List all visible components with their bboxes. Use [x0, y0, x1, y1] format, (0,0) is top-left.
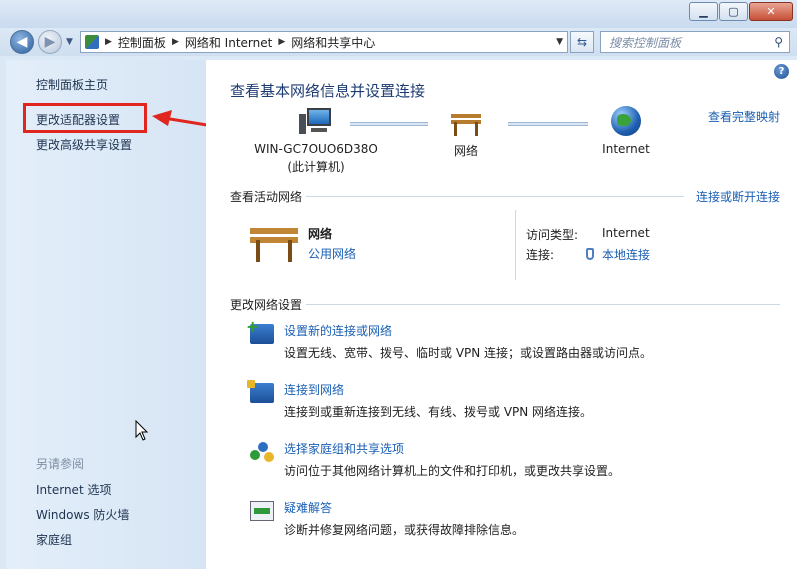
refresh-icon: ⇆ [576, 35, 588, 49]
active-network-bench-icon [250, 220, 298, 262]
forward-button[interactable]: ▶ [38, 30, 62, 54]
search-box[interactable]: 搜索控制面板 ⚲ [600, 31, 790, 53]
magnifier-icon[interactable]: ⚲ [774, 35, 783, 49]
main-panel: ? 查看基本网络信息并设置连接 查看完整映射 WIN-GC7OUO6D38O (… [206, 60, 797, 569]
maximize-button[interactable]: ▢ [719, 2, 748, 21]
task-description: 访问位于其他网络计算机上的文件和打印机，或更改共享设置。 [284, 464, 621, 478]
address-bar[interactable]: ▶ 控制面板 ▶ 网络和 Internet ▶ 网络和共享中心 ▼ [80, 31, 568, 53]
active-networks-heading: 查看活动网络 [230, 190, 303, 204]
breadcrumb-network-sharing-center[interactable]: 网络和共享中心 [291, 34, 375, 51]
mouse-cursor-icon [135, 420, 149, 441]
change-settings-heading: 更改网络设置 [230, 298, 303, 312]
computer-icon [299, 108, 333, 136]
task-description: 诊断并修复网络问题，或获得故障排除信息。 [284, 523, 525, 537]
map-connector [508, 122, 588, 126]
task-description: 设置无线、宽带、拨号、临时或 VPN 连接；或设置路由器或访问点。 [284, 346, 653, 360]
connect-network-icon [247, 380, 274, 403]
map-node-internet: Internet [596, 106, 656, 156]
map-node-network: 网络 [436, 108, 496, 159]
sidebar-item-homegroup[interactable]: 家庭组 [36, 531, 72, 548]
back-button[interactable]: ◀ [10, 30, 34, 54]
view-full-map-link[interactable]: 查看完整映射 [708, 108, 780, 125]
control-panel-icon [85, 35, 99, 49]
internet-globe-icon [611, 106, 641, 136]
breadcrumb-control-panel[interactable]: 控制面板 [118, 34, 166, 51]
refresh-button[interactable]: ⇆ [570, 31, 594, 53]
minimize-button[interactable]: ▁ [689, 2, 718, 21]
homegroup-icon [250, 442, 274, 462]
help-icon[interactable]: ? [774, 64, 789, 79]
recent-pages-dropdown-icon[interactable]: ▼ [66, 37, 73, 47]
troubleshoot-icon [250, 501, 274, 521]
section-divider [306, 196, 684, 197]
see-also-heading: 另请参阅 [36, 457, 85, 471]
access-type-label: 访问类型: [526, 228, 579, 242]
computer-name: WIN-GC7OUO6D38O [254, 142, 378, 156]
internet-label: Internet [602, 142, 650, 156]
task-title-link[interactable]: 设置新的连接或网络 [284, 322, 392, 339]
task-title-link[interactable]: 连接到网络 [284, 381, 344, 398]
task-title-link[interactable]: 疑难解答 [284, 499, 332, 516]
local-connection-label[interactable]: 本地连接 [602, 248, 650, 262]
network-bench-icon [449, 108, 483, 136]
breadcrumb-network-internet[interactable]: 网络和 Internet [185, 34, 272, 51]
connection-label: 连接: [526, 248, 555, 262]
map-node-computer: WIN-GC7OUO6D38O (此计算机) [246, 108, 386, 175]
search-input[interactable]: 搜索控制面板 [609, 34, 681, 51]
local-connection-link[interactable]: 本地连接 [586, 246, 650, 263]
new-connection-icon [246, 317, 274, 344]
sidebar-item-internet-options[interactable]: Internet 选项 [36, 481, 111, 498]
access-type-value: Internet [602, 226, 650, 240]
navigation-bar: ◀ ▶ ▼ ▶ 控制面板 ▶ 网络和 Internet ▶ 网络和共享中心 ▼ … [0, 28, 797, 56]
task-description: 连接到或重新连接到无线、有线、拨号或 VPN 网络连接。 [284, 405, 593, 419]
window-controls: ▁ ▢ ✕ [688, 2, 793, 21]
task-title-link[interactable]: 选择家庭组和共享选项 [284, 440, 404, 457]
connect-disconnect-link[interactable]: 连接或断开连接 [696, 188, 780, 205]
vertical-divider [515, 210, 516, 280]
breadcrumb-separator-icon[interactable]: ▶ [278, 37, 285, 47]
network-label: 网络 [453, 144, 478, 158]
title-bar: ▁ ▢ ✕ [0, 0, 797, 28]
page-title: 查看基本网络信息并设置连接 [230, 82, 426, 100]
close-button[interactable]: ✕ [749, 2, 793, 21]
sidebar-item-change-adapter-settings[interactable]: 更改适配器设置 [36, 111, 120, 128]
active-network-type-link[interactable]: 公用网络 [308, 245, 356, 262]
sidebar-item-windows-firewall[interactable]: Windows 防火墙 [36, 506, 129, 523]
map-connector [350, 122, 428, 126]
section-divider [306, 304, 780, 305]
connection-plug-icon [586, 248, 594, 260]
breadcrumb-separator-icon[interactable]: ▶ [105, 37, 112, 47]
sidebar-item-control-panel-home[interactable]: 控制面板主页 [36, 76, 108, 93]
computer-note: (此计算机) [287, 160, 345, 174]
sidebar-item-change-advanced-sharing[interactable]: 更改高级共享设置 [36, 136, 132, 153]
address-dropdown-icon[interactable]: ▼ [556, 37, 563, 47]
active-network-name: 网络 [308, 227, 333, 241]
breadcrumb-separator-icon[interactable]: ▶ [172, 37, 179, 47]
